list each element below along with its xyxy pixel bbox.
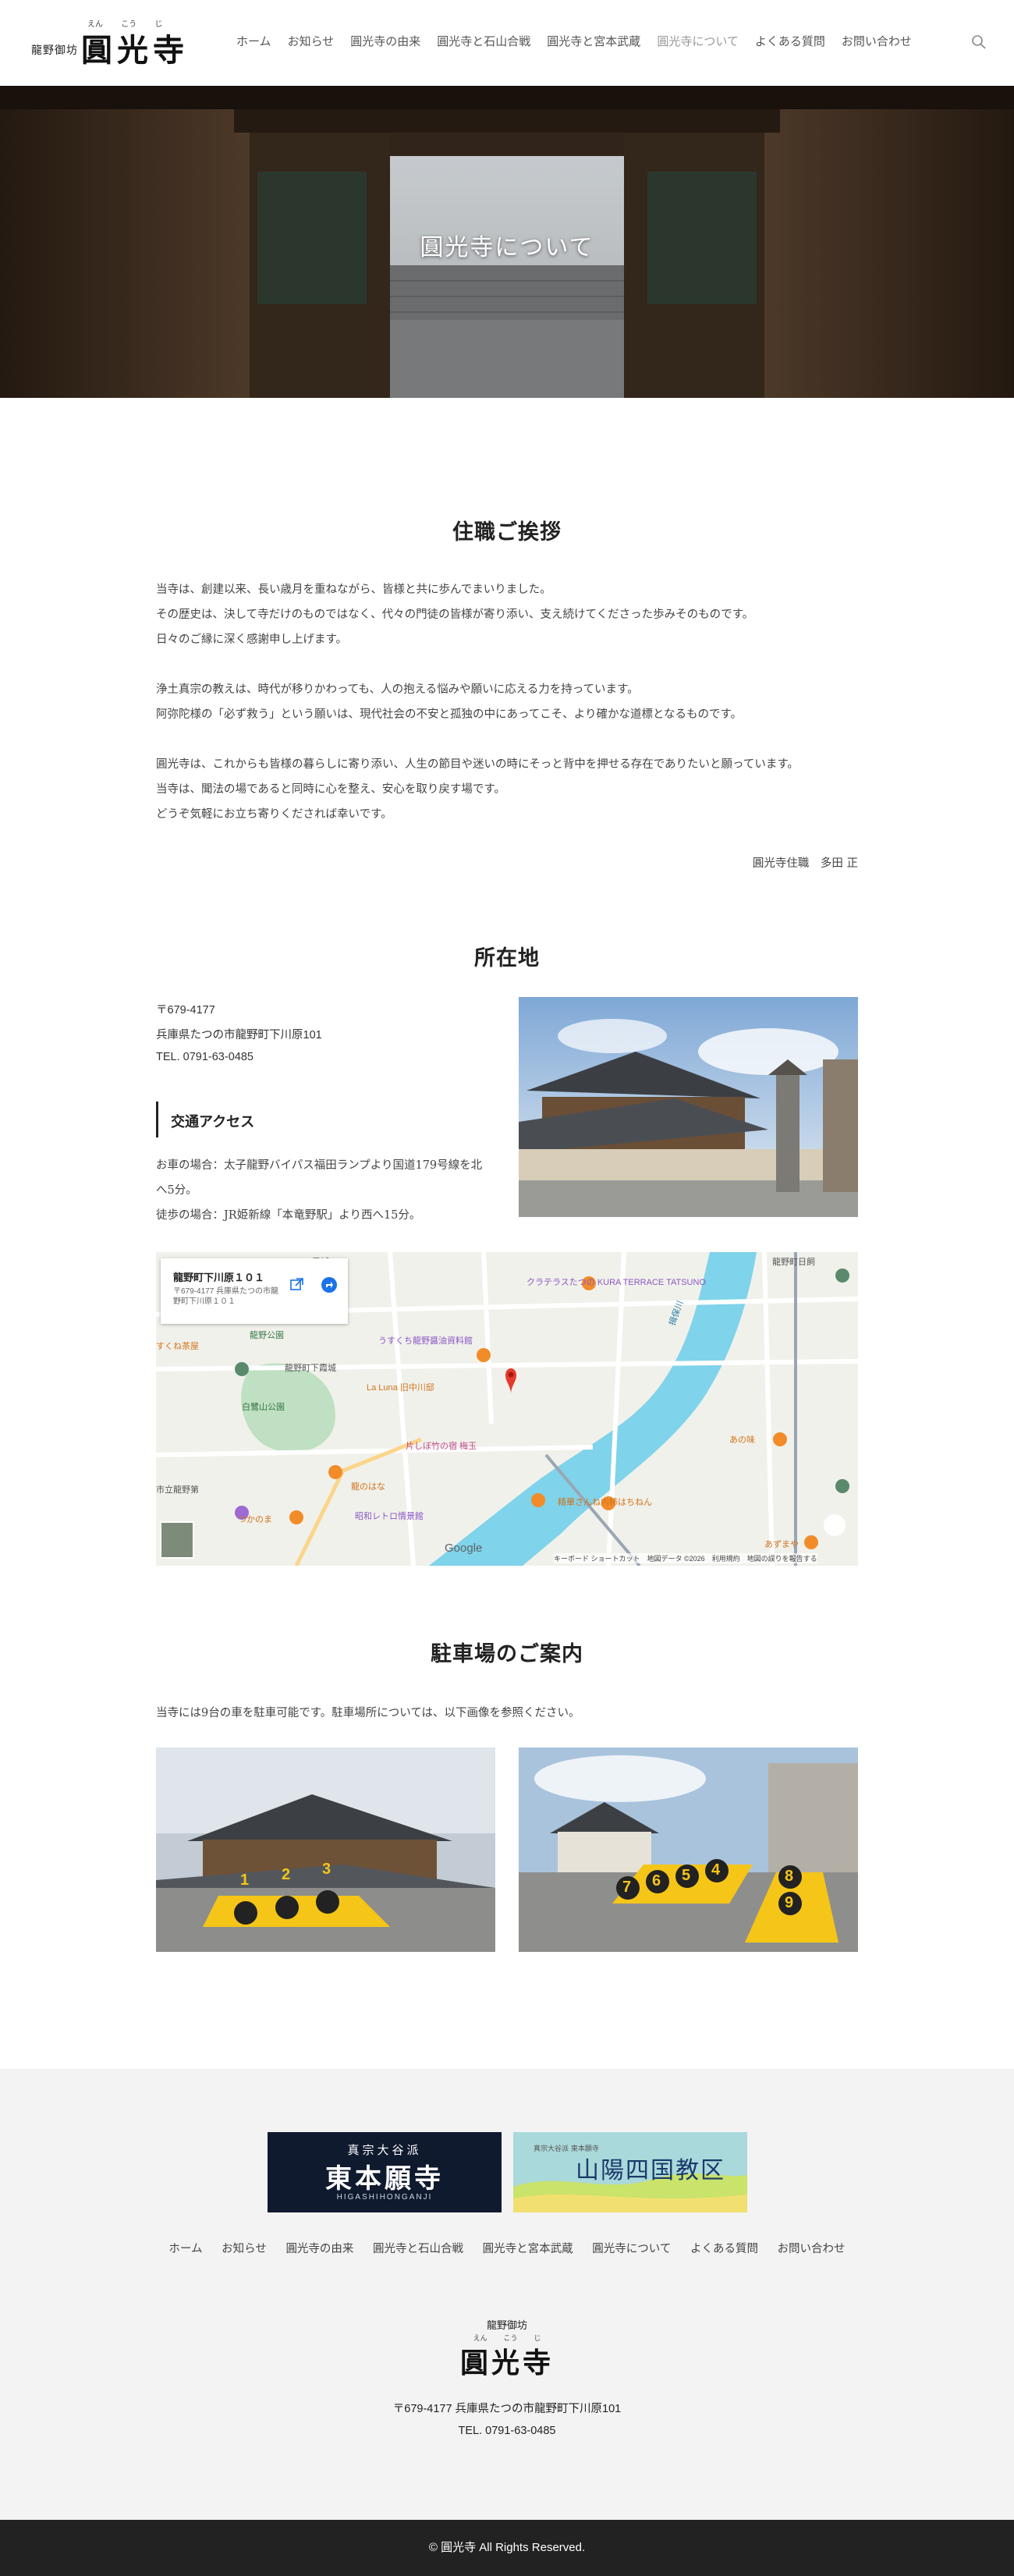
nav-musashi[interactable]: 圓光寺と宮本武蔵	[547, 33, 640, 51]
map-place: 市立龍野第	[156, 1485, 199, 1495]
map-poi[interactable]: うすくち龍野醤油資料館	[378, 1334, 473, 1347]
parking-spot-number: 8	[785, 1868, 794, 1885]
google-wordmark: Google	[445, 1542, 482, 1555]
parking-spot-number: 5	[682, 1867, 691, 1884]
greeting-paragraph-3: 圓光寺は、これからも皆様の暮らしに寄り添い、人生の節目や迷いの時にそっと背中を押…	[156, 752, 858, 827]
nav-about[interactable]: 圓光寺について	[657, 33, 739, 51]
access-text: お車の場合：太子龍野バイパス福田ランプより国道179号線を北へ5分。 徒歩の場合…	[156, 1153, 491, 1228]
greeting-line: 圓光寺は、これからも皆様の暮らしに寄り添い、人生の節目や迷いの時にそっと背中を押…	[156, 758, 799, 771]
phone: TEL. 0791-63-0485	[156, 1051, 254, 1063]
copyright-bar: © 圓光寺 All Rights Reserved.	[0, 2520, 1014, 2576]
map-poi[interactable]: 龍のはな	[351, 1480, 385, 1492]
access-car: お車の場合：太子龍野バイパス福田ランプより国道179号線を北へ5分。	[156, 1159, 483, 1197]
footer-logo-subtitle: 龍野御坊	[486, 2320, 527, 2332]
parking-spot-number: 9	[785, 1894, 794, 1911]
parking-spot-number: 1	[240, 1872, 250, 1889]
sanyo-shikoku-banner[interactable]: 真宗大谷派 東本願寺 山陽四国教区	[513, 2132, 747, 2212]
greeting-line: 阿弥陀様の「必ず救う」という願いは、現代社会の不安と孤独の中にあってこそ、より確…	[156, 708, 743, 721]
map-card-address: 〒679-4177 兵庫県たつの市龍野町下川原１０１	[173, 1287, 279, 1306]
map-poi[interactable]: つかのま	[238, 1513, 272, 1525]
map-poi[interactable]: すくね茶屋	[156, 1339, 199, 1352]
footer-nav: ホーム お知らせ 圓光寺の由来 圓光寺と石山合戦 圓光寺と宮本武蔵 圓光寺につい…	[0, 2240, 1014, 2256]
location-title: 所在地	[474, 946, 540, 970]
temple-photo	[519, 997, 858, 1217]
nav-contact[interactable]: お問い合わせ	[842, 33, 912, 51]
footer-address: 〒679-4177 兵庫県たつの市龍野町下川原101	[392, 2403, 622, 2415]
greeting-line: 浄土真宗の教えは、時代が移りかわっても、人の抱える悩みや願いに応える力を持ってい…	[156, 683, 639, 696]
greeting-line: どうぞ気軽にお立ち寄りくだされば幸いです。	[156, 808, 392, 821]
search-icon[interactable]	[971, 34, 987, 50]
map-info-card: 龍野町下川原１０１ 〒679-4177 兵庫県たつの市龍野町下川原１０１	[161, 1258, 348, 1324]
greeting-line: 当寺は、創建以来、長い歳月を重ねながら、皆様と共に歩んでまいりました。	[156, 584, 551, 596]
site-footer	[0, 2069, 1014, 2520]
nav-home[interactable]: ホーム	[236, 33, 271, 51]
higashihonganji-banner[interactable]: 真宗大谷派 東本願寺 HIGASHIHONGANJI	[268, 2132, 502, 2212]
map-poi[interactable]: 片しぼ竹の宿 梅玉	[406, 1439, 477, 1452]
parking-photo-right: 7 6 5 4 8 9	[519, 1747, 858, 1952]
map-place: 龍野町下霞城	[285, 1364, 336, 1373]
parking-spot-number: 4	[711, 1861, 721, 1879]
access-heading: 交通アクセス	[156, 1102, 486, 1137]
parking-spot-number: 6	[652, 1872, 661, 1889]
greeting-paragraph-2: 浄土真宗の教えは、時代が移りかわっても、人の抱える悩みや願いに応える力を持ってい…	[156, 677, 858, 727]
footer-nav-faq[interactable]: よくある質問	[690, 2243, 758, 2255]
footer-nav-home[interactable]: ホーム	[168, 2243, 202, 2255]
greeting-line: 日々のご縁に深く感謝申し上げます。	[156, 633, 348, 646]
parking-spot-number: 7	[622, 1879, 632, 1896]
parking-text: 当寺には9台の車を駐車可能です。駐車場所については、以下画像を参照ください。	[156, 1707, 580, 1719]
hero-banner: 圓光寺について	[0, 86, 1014, 398]
map-poi[interactable]: 昭和レトロ情景館	[355, 1510, 424, 1522]
open-external-icon[interactable]	[287, 1276, 306, 1294]
address: 兵庫県たつの市龍野町下川原101	[156, 1029, 322, 1041]
banner1-sub: HIGASHIHONGANJI	[336, 2193, 433, 2202]
greeting-line: その歴史は、決して寺だけのものではなく、代々の門徒の皆様が寄り添い、支え続けてく…	[156, 609, 754, 621]
footer-phone: TEL. 0791-63-0485	[458, 2425, 556, 2437]
copyright-text: © 圓光寺 All Rights Reserved.	[428, 2541, 586, 2554]
footer-logo[interactable]: 圓光寺	[0, 2340, 1014, 2381]
map-poi[interactable]: あずまや	[764, 1538, 799, 1550]
map-place: 龍野町日飼	[772, 1258, 815, 1267]
footer-nav-musashi[interactable]: 圓光寺と宮本武蔵	[483, 2243, 573, 2255]
parking-photo-left: 1 2 3	[156, 1747, 495, 1952]
banner1-main: 東本願寺	[325, 2163, 444, 2195]
directions-icon[interactable]	[320, 1276, 339, 1294]
footer-nav-contact[interactable]: お問い合わせ	[778, 2243, 846, 2255]
priest-signature: 圓光寺住職 多田 正	[752, 857, 858, 870]
map-place: 白鷺山公園	[242, 1403, 285, 1412]
nav-news[interactable]: お知らせ	[288, 33, 335, 51]
google-map[interactable]: Google クラテラスたつの KURA TERRACE TATSUNO うすく…	[156, 1252, 858, 1566]
page-title: 圓光寺について	[420, 234, 594, 261]
logo-subtitle[interactable]: 龍野御坊	[31, 42, 78, 58]
site-header: 龍野御坊 えん こう じ 圓光寺 ホーム お知らせ 圓光寺の由来 圓光寺と石山合…	[0, 0, 1014, 86]
nav-ishiyama[interactable]: 圓光寺と石山合戦	[437, 33, 530, 51]
parking-title: 駐車場のご案内	[431, 1642, 583, 1666]
banner2-main: 山陽四国教区	[576, 2157, 725, 2184]
footer-nav-news[interactable]: お知らせ	[222, 2243, 267, 2255]
map-place: 龍野公園	[250, 1331, 284, 1340]
footer-nav-about[interactable]: 圓光寺について	[592, 2243, 671, 2255]
nav-origin[interactable]: 圓光寺の由来	[350, 33, 420, 51]
parking-spot-number: 3	[322, 1861, 332, 1878]
nav-faq[interactable]: よくある質問	[755, 33, 825, 51]
map-poi[interactable]: La Luna 旧中川邸	[367, 1381, 434, 1393]
map-poi[interactable]: 精華さんね内柿はちねん	[558, 1496, 652, 1508]
greeting-title: 住職ご挨拶	[452, 520, 562, 545]
map-poi[interactable]: あの味	[729, 1433, 755, 1446]
site-logo[interactable]: 圓光寺	[81, 25, 189, 70]
banner1-top: 真宗大谷派	[347, 2143, 422, 2157]
footer-nav-origin[interactable]: 圓光寺の由来	[285, 2243, 353, 2255]
greeting-paragraph-1: 当寺は、創建以来、長い歳月を重ねながら、皆様と共に歩んでまいりました。 その歴史…	[156, 577, 858, 652]
map-footer[interactable]: キーボード ショートカット 地図データ ©2026 利用規約 地図の誤りを報告す…	[554, 1553, 817, 1563]
map-poi[interactable]: クラテラスたつの KURA TERRACE TATSUNO	[526, 1276, 706, 1288]
postal-code: 〒679-4177	[156, 1004, 215, 1017]
parking-spot-number: 2	[282, 1866, 291, 1883]
main-nav: ホーム お知らせ 圓光寺の由来 圓光寺と石山合戦 圓光寺と宮本武蔵 圓光寺につい…	[236, 33, 928, 51]
footer-nav-ishiyama[interactable]: 圓光寺と石山合戦	[373, 2243, 463, 2255]
access-heading-text: 交通アクセス	[171, 1114, 255, 1130]
greeting-line: 当寺は、聞法の場であると同時に心を整え、安心を取り戻す場です。	[156, 783, 505, 796]
access-walk: 徒歩の場合：JR姫新線「本竜野駅」より西へ15分。	[156, 1209, 421, 1222]
map-card-title: 龍野町下川原１０１	[173, 1272, 265, 1283]
